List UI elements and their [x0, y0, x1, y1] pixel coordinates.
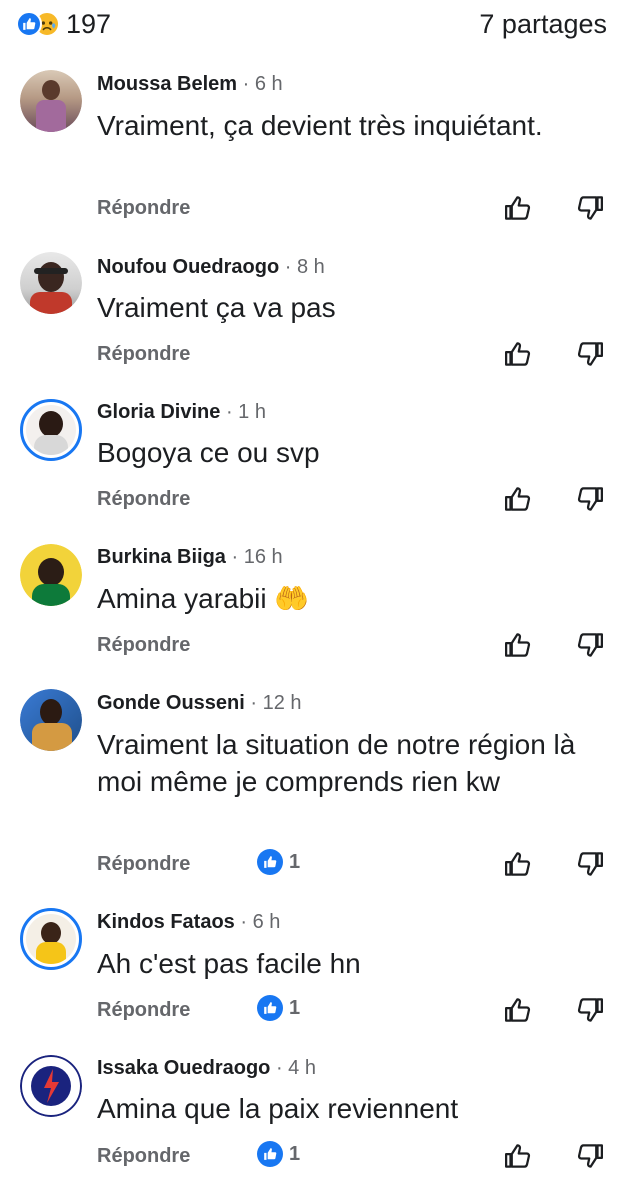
comment-header: Noufou Ouedraogo · 8 h: [97, 256, 325, 279]
avatar[interactable]: [20, 1055, 82, 1117]
reaction-count: 197: [66, 8, 112, 39]
thumbs-up-icon[interactable]: [503, 995, 533, 1025]
thumbs-down-icon[interactable]: [575, 193, 605, 223]
comment-time: · 6 h: [240, 911, 281, 933]
comment-header: Gonde Ousseni · 12 h: [97, 692, 302, 715]
reactions-bar: 197 7 partages: [0, 0, 627, 52]
commenter-name[interactable]: Gonde Ousseni: [97, 692, 245, 714]
comment-header: Issaka Ouedraogo · 4 h: [97, 1057, 316, 1080]
like-icon: [257, 995, 283, 1021]
comment-header: Moussa Belem · 6 h: [97, 73, 283, 96]
comment-header: Burkina Biiga · 16 h: [97, 546, 283, 569]
comment-text: Amina yarabii 🤲: [97, 583, 310, 614]
commenter-name[interactable]: Moussa Belem: [97, 73, 237, 95]
comment-time: · 4 h: [275, 1057, 316, 1079]
reply-button[interactable]: Répondre: [97, 634, 190, 657]
thumbs-down-icon[interactable]: [575, 849, 605, 879]
avatar[interactable]: [20, 544, 82, 606]
comment-time: · 12 h: [250, 692, 302, 714]
avatar[interactable]: [20, 252, 82, 314]
thumbs-up-icon[interactable]: [503, 339, 533, 369]
comment-header: Gloria Divine · 1 h: [97, 401, 266, 424]
commenter-name[interactable]: Kindos Fataos: [97, 911, 235, 933]
like-icon: [257, 849, 283, 875]
thumbs-down-icon[interactable]: [575, 1141, 605, 1171]
reply-button[interactable]: Répondre: [97, 488, 190, 511]
thumbs-down-icon[interactable]: [575, 484, 605, 514]
thumbs-up-icon[interactable]: [503, 484, 533, 514]
comment-time: · 6 h: [242, 73, 283, 95]
reply-button[interactable]: Répondre: [97, 999, 190, 1022]
like-count-value: 1: [289, 850, 301, 873]
thumbs-up-icon[interactable]: [503, 849, 533, 879]
commenter-name[interactable]: Noufou Ouedraogo: [97, 256, 279, 278]
avatar[interactable]: [20, 399, 82, 461]
thumbs-up-icon[interactable]: [503, 630, 533, 660]
comment-header: Kindos Fataos · 6 h: [97, 911, 280, 934]
comment-text: Ah c'est pas facile hn: [97, 948, 361, 979]
avatar[interactable]: [20, 70, 82, 132]
shares-count[interactable]: 7 partages: [479, 9, 607, 40]
reactions-summary[interactable]: 197: [16, 8, 111, 40]
comment-like-count[interactable]: 1: [257, 995, 300, 1021]
comment-text: Amina que la paix reviennent: [97, 1093, 459, 1124]
reply-button[interactable]: Répondre: [97, 1145, 190, 1168]
like-count-value: 1: [289, 996, 301, 1019]
commenter-name[interactable]: Issaka Ouedraogo: [97, 1057, 270, 1079]
comment-text: Vraiment la situation de notre région là…: [97, 729, 576, 797]
reply-button[interactable]: Répondre: [97, 197, 190, 220]
thumbs-down-icon[interactable]: [575, 995, 605, 1025]
comment-like-count[interactable]: 1: [257, 1141, 300, 1167]
comment-text: Vraiment, ça devient très inquiétant.: [97, 110, 543, 141]
like-reaction-icon: [16, 11, 42, 37]
reply-button[interactable]: Répondre: [97, 343, 190, 366]
commenter-name[interactable]: Burkina Biiga: [97, 546, 226, 568]
like-count-value: 1: [289, 1142, 301, 1165]
comment-like-count[interactable]: 1: [257, 849, 300, 875]
comment-time: · 1 h: [225, 401, 266, 423]
thumbs-up-icon[interactable]: [503, 1141, 533, 1171]
thumbs-down-icon[interactable]: [575, 339, 605, 369]
comment-text: Vraiment ça va pas: [97, 292, 336, 323]
like-icon: [257, 1141, 283, 1167]
thumbs-down-icon[interactable]: [575, 630, 605, 660]
comment-time: · 8 h: [284, 256, 325, 278]
commenter-name[interactable]: Gloria Divine: [97, 401, 220, 423]
comment-text: Bogoya ce ou svp: [97, 437, 320, 468]
avatar[interactable]: [20, 689, 82, 751]
thumbs-up-icon[interactable]: [503, 193, 533, 223]
avatar[interactable]: [20, 908, 82, 970]
reply-button[interactable]: Répondre: [97, 853, 190, 876]
comment-time: · 16 h: [231, 546, 283, 568]
